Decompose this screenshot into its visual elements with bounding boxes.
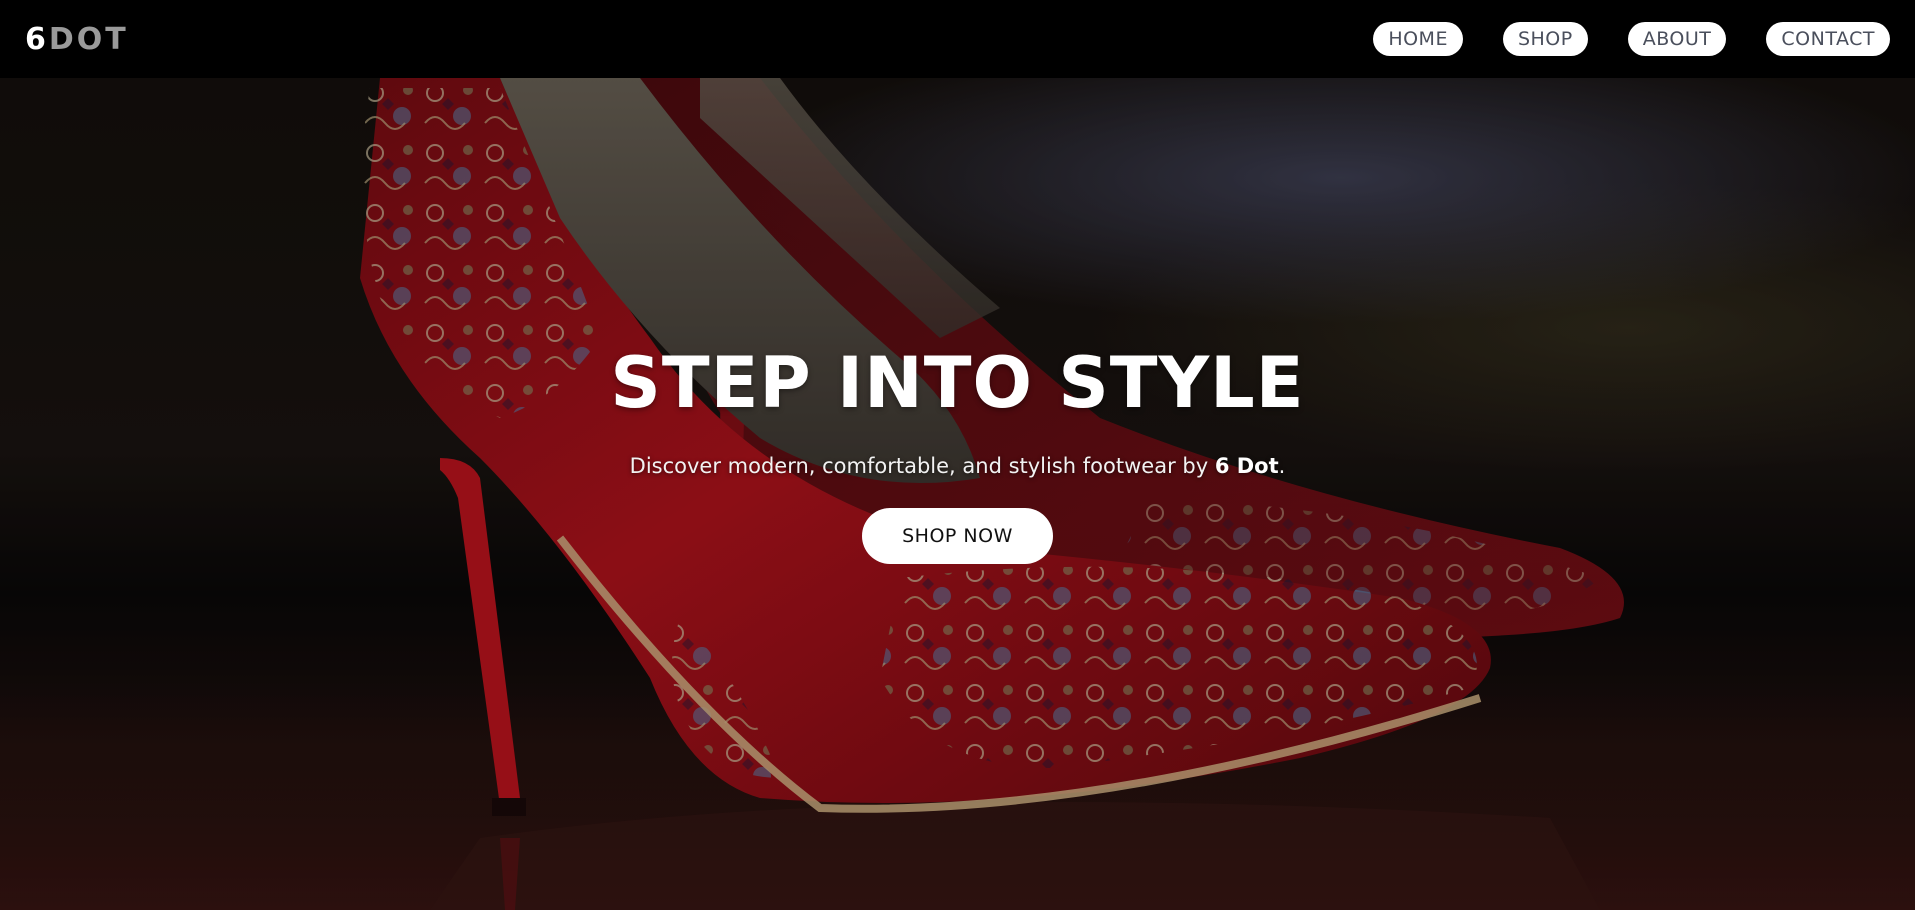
hero-section: STEP INTO STYLE Discover modern, comfort… <box>0 78 1915 910</box>
hero-title: STEP INTO STYLE <box>610 342 1305 424</box>
nav-link-home[interactable]: HOME <box>1373 22 1463 56</box>
main-nav: HOME SHOP ABOUT CONTACT <box>1373 22 1890 56</box>
nav-link-shop[interactable]: SHOP <box>1502 22 1588 56</box>
hero-subtitle: Discover modern, comfortable, and stylis… <box>0 454 1915 478</box>
navbar: 6 DOT HOME SHOP ABOUT CONTACT <box>0 0 1915 78</box>
logo-number: 6 <box>25 21 49 57</box>
hero-content: STEP INTO STYLE Discover modern, comfort… <box>0 348 1915 564</box>
hero-subtitle-prefix: Discover modern, comfortable, and stylis… <box>629 454 1215 478</box>
hero-subtitle-brand: 6 Dot <box>1214 454 1279 478</box>
shop-now-button[interactable]: SHOP NOW <box>862 508 1053 564</box>
nav-link-about[interactable]: ABOUT <box>1627 22 1727 56</box>
nav-links: HOME SHOP ABOUT CONTACT <box>1373 22 1890 56</box>
nav-link-contact[interactable]: CONTACT <box>1766 22 1890 56</box>
logo-text: DOT <box>48 21 129 57</box>
hero-subtitle-suffix: . <box>1278 454 1286 478</box>
brand-logo[interactable]: 6 DOT <box>25 22 129 57</box>
